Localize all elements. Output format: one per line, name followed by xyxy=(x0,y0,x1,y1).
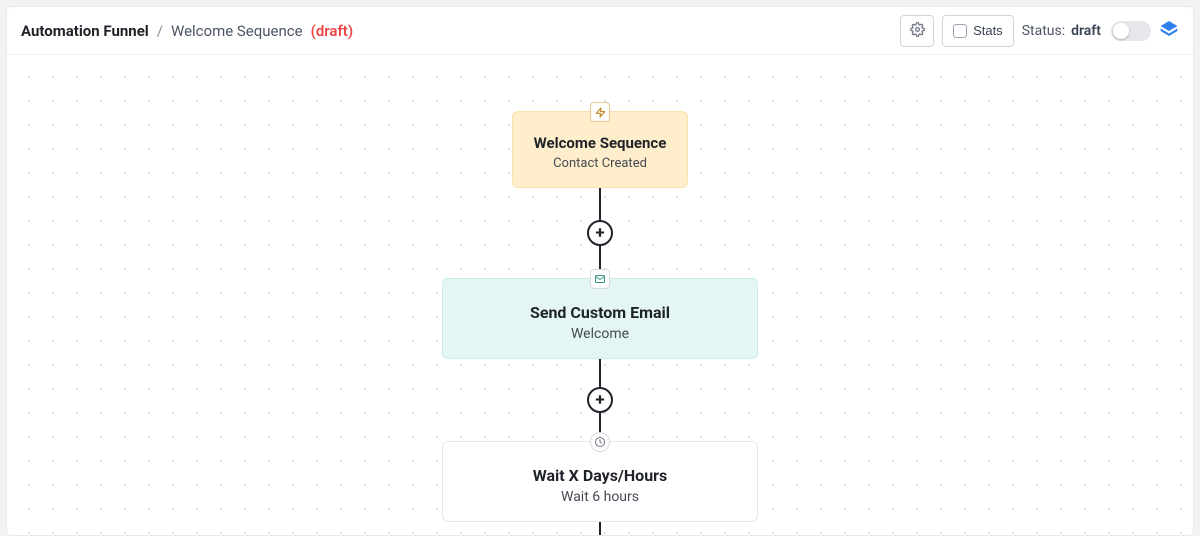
breadcrumb-separator: / xyxy=(157,22,163,40)
stats-toggle-button[interactable]: Stats xyxy=(942,15,1014,47)
breadcrumb-funnel-name[interactable]: Welcome Sequence xyxy=(171,22,303,40)
trigger-subtitle: Contact Created xyxy=(529,156,671,171)
trigger-node[interactable]: Welcome Sequence Contact Created xyxy=(512,111,688,188)
flow-canvas[interactable]: Welcome Sequence Contact Created + Send … xyxy=(7,55,1193,535)
publish-toggle[interactable] xyxy=(1111,21,1151,41)
flow-column: Welcome Sequence Contact Created + Send … xyxy=(442,111,758,536)
stats-label: Stats xyxy=(973,23,1003,38)
mail-icon xyxy=(590,269,610,289)
email-node-title: Send Custom Email xyxy=(459,303,741,322)
email-node-subtitle: Welcome xyxy=(459,326,741,342)
add-step-button[interactable]: + xyxy=(587,387,613,413)
status-prefix: Status: xyxy=(1022,23,1065,39)
breadcrumb: Automation Funnel / Welcome Sequence (dr… xyxy=(21,22,353,40)
breadcrumb-status-tag: (draft) xyxy=(311,22,354,40)
status-value: draft xyxy=(1071,23,1101,39)
trigger-title: Welcome Sequence xyxy=(529,134,671,152)
status-indicator: Status: draft xyxy=(1022,21,1151,41)
flow-edge xyxy=(599,359,601,387)
help-button[interactable] xyxy=(1159,21,1179,41)
flow-edge xyxy=(599,522,601,536)
stats-checkbox xyxy=(953,24,967,38)
automation-canvas-panel: Automation Funnel / Welcome Sequence (dr… xyxy=(6,6,1194,536)
wait-node[interactable]: Wait X Days/Hours Wait 6 hours xyxy=(442,441,758,522)
settings-button[interactable] xyxy=(900,15,934,47)
flow-edge xyxy=(599,188,601,220)
add-step-button[interactable]: + xyxy=(587,220,613,246)
breadcrumb-root[interactable]: Automation Funnel xyxy=(21,22,149,40)
gear-icon xyxy=(910,22,925,40)
wait-node-subtitle: Wait 6 hours xyxy=(459,489,741,505)
wait-node-title: Wait X Days/Hours xyxy=(459,466,741,485)
bolt-icon xyxy=(590,102,610,122)
send-email-node[interactable]: Send Custom Email Welcome xyxy=(442,278,758,359)
clock-icon xyxy=(590,432,610,452)
editor-header: Automation Funnel / Welcome Sequence (dr… xyxy=(7,7,1193,55)
